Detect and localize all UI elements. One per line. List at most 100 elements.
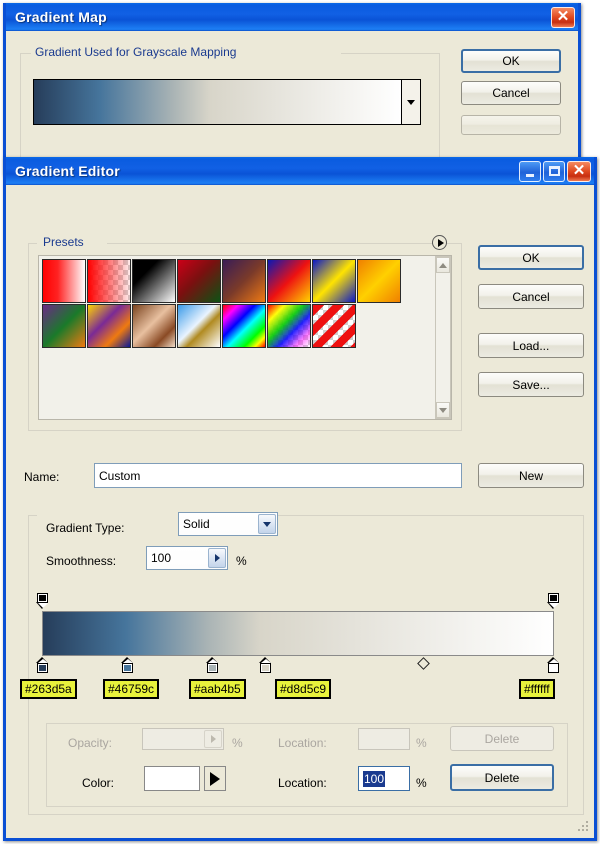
maximize-icon[interactable] (543, 160, 565, 182)
chevron-down-icon[interactable] (402, 80, 420, 124)
opacity-input (142, 728, 224, 750)
color-location-unit: % (416, 776, 427, 790)
midpoint-diamond[interactable] (417, 657, 430, 670)
preset-swatch[interactable] (87, 259, 131, 303)
gradient-type-value: Solid (183, 517, 210, 531)
color-stop[interactable] (206, 657, 219, 673)
presets-grid[interactable] (39, 256, 435, 419)
presets-scrollbar[interactable] (435, 256, 451, 419)
presets-group-label: Presets (39, 235, 88, 249)
preset-swatch[interactable] (132, 304, 176, 348)
color-stop[interactable] (547, 657, 560, 673)
gradient-map-ok-button[interactable]: OK (461, 49, 561, 73)
gradient-editor-window-buttons: ✕ (519, 160, 591, 182)
opacity-label: Opacity: (68, 736, 113, 750)
color-stop[interactable] (259, 657, 272, 673)
presets-listbox[interactable] (38, 255, 452, 420)
preset-swatch[interactable] (177, 304, 221, 348)
chevron-down-icon[interactable] (436, 402, 450, 418)
preset-gradient (313, 305, 355, 347)
preset-gradient (223, 260, 265, 302)
editor-cancel-button[interactable]: Cancel (478, 284, 584, 309)
preset-gradient (268, 260, 310, 302)
gradient-preview-swatch[interactable] (34, 80, 402, 124)
gradient-editor-titlebar[interactable]: Gradient Editor ✕ (6, 157, 594, 185)
chevron-up-icon[interactable] (436, 257, 450, 273)
preset-swatch[interactable] (357, 259, 401, 303)
gradient-type-label: Gradient Type: (46, 521, 125, 535)
chevron-down-icon[interactable] (258, 514, 276, 534)
preset-swatch[interactable] (177, 259, 221, 303)
smoothness-label: Smoothness: (46, 554, 117, 568)
editor-load-button[interactable]: Load... (478, 333, 584, 358)
gradient-map-titlebar[interactable]: Gradient Map ✕ (6, 3, 578, 31)
preset-swatch[interactable] (312, 259, 356, 303)
preset-gradient (313, 260, 355, 302)
color-stop-swatch (260, 663, 271, 673)
gradient-editor-body: Presets OK Cancel Load... Save... Name: … (6, 185, 594, 838)
opacity-stop-right[interactable] (547, 593, 560, 609)
gradient-bar[interactable] (42, 611, 554, 656)
grayscale-mapping-group-label: Gradient Used for Grayscale Mapping (31, 45, 241, 59)
opacity-location-unit: % (416, 736, 427, 750)
preset-gradient (88, 260, 130, 302)
preset-swatch[interactable] (87, 304, 131, 348)
name-input-value: Custom (99, 468, 141, 483)
preset-swatch[interactable] (267, 259, 311, 303)
preset-swatch[interactable] (222, 304, 266, 348)
opacity-delete-button: Delete (450, 726, 554, 751)
preset-swatch[interactable] (132, 259, 176, 303)
color-stop[interactable] (36, 657, 49, 673)
opacity-stop-left[interactable] (36, 593, 49, 609)
color-stop-swatch (207, 663, 218, 673)
color-location-value: 100 (363, 770, 386, 787)
grayscale-mapping-group: Gradient Used for Grayscale Mapping (20, 45, 440, 165)
opacity-location-input (358, 728, 410, 750)
hex-value-label: #263d5a (20, 679, 77, 699)
right-arrow-icon[interactable] (208, 548, 226, 568)
presets-group: Presets (28, 235, 462, 431)
preset-swatch[interactable] (42, 259, 86, 303)
gradient-map-window-buttons: ✕ (551, 6, 575, 28)
preset-swatch[interactable] (312, 304, 356, 348)
editor-ok-button[interactable]: OK (478, 245, 584, 270)
close-icon[interactable]: ✕ (551, 6, 575, 28)
preset-gradient (268, 305, 310, 347)
smoothness-input[interactable]: 100 (146, 546, 228, 570)
preset-swatch[interactable] (222, 259, 266, 303)
gradient-type-select[interactable]: Solid (178, 512, 278, 536)
gradient-map-cancel-button[interactable]: Cancel (461, 81, 561, 105)
name-input[interactable]: Custom (94, 463, 462, 488)
color-swatch[interactable] (144, 766, 200, 791)
name-label: Name: (24, 470, 60, 484)
screen: Gradient Map ✕ Gradient Used for Graysca… (0, 0, 600, 844)
color-delete-button[interactable]: Delete (450, 764, 554, 791)
new-preset-button[interactable]: New (478, 463, 584, 488)
color-stop-swatch (37, 663, 48, 673)
close-icon[interactable]: ✕ (567, 160, 591, 182)
opacity-unit: % (232, 736, 243, 750)
hex-value-label: #d8d5c9 (275, 679, 332, 699)
preset-swatch[interactable] (42, 304, 86, 348)
preset-gradient (178, 260, 220, 302)
smoothness-value: 100 (151, 551, 172, 565)
gradient-preview-dropdown[interactable] (33, 79, 421, 125)
editor-save-button[interactable]: Save... (478, 372, 584, 397)
gradient-map-preview-checkbox-row[interactable] (461, 115, 561, 135)
resize-grip-icon[interactable] (576, 821, 590, 835)
color-label: Color: (82, 776, 115, 790)
color-stop[interactable] (121, 657, 134, 673)
right-arrow-circle-icon[interactable] (432, 235, 447, 250)
preset-swatch[interactable] (267, 304, 311, 348)
color-location-label: Location: (278, 776, 327, 790)
right-arrow-icon[interactable] (204, 766, 226, 791)
gradient-map-window: Gradient Map ✕ Gradient Used for Graysca… (3, 3, 581, 175)
preset-gradient (133, 305, 175, 347)
hex-value-label: #46759c (103, 679, 160, 699)
smoothness-unit: % (236, 554, 247, 568)
minimize-icon[interactable] (519, 160, 541, 182)
gradient-map-body: Gradient Used for Grayscale Mapping OK C… (6, 31, 578, 172)
color-location-input[interactable]: 100 (358, 766, 410, 791)
preset-gradient (223, 305, 265, 347)
gradient-bar-area: #263d5a #46759c #aab4b5 #d8d5c9 #ffffff (6, 585, 600, 705)
